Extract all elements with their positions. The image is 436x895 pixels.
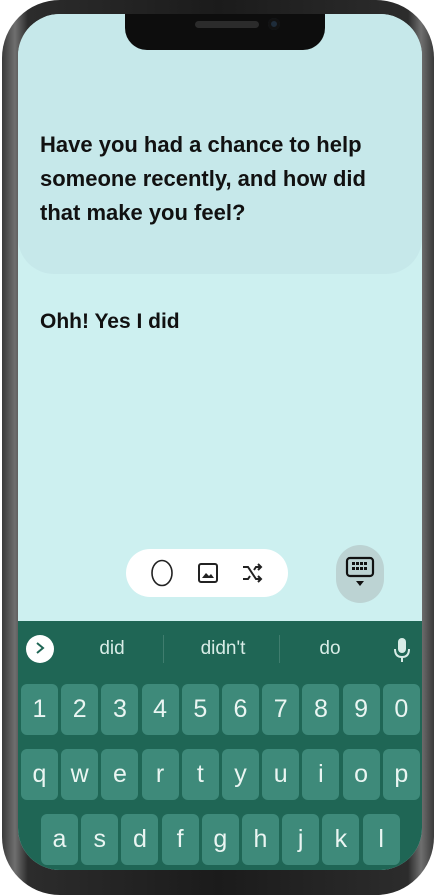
key-f[interactable]: f (161, 814, 199, 865)
key-u[interactable]: u (262, 749, 300, 800)
soft-keyboard: did didn't do 1234567890 qwertyuiop asdfgh… (18, 621, 422, 870)
phone-screen: Have you had a chance to help someone re… (18, 14, 422, 870)
key-t[interactable]: t (181, 749, 219, 800)
key-y[interactable]: y (222, 749, 259, 800)
key-5[interactable]: 5 (181, 684, 219, 735)
expand-suggestions-button[interactable] (26, 635, 54, 663)
phone-frame: Have you had a chance to help someone re… (2, 0, 434, 895)
key-7[interactable]: 7 (262, 684, 300, 735)
key-w[interactable]: w (61, 749, 99, 800)
key-2[interactable]: 2 (61, 684, 99, 735)
key-1[interactable]: 1 (21, 684, 58, 735)
key-0[interactable]: 0 (382, 684, 420, 735)
key-8[interactable]: 8 (302, 684, 340, 735)
key-d[interactable]: d (121, 814, 159, 865)
mic-icon[interactable] (392, 637, 412, 663)
speaker-grille (195, 21, 259, 28)
key-e[interactable]: e (101, 749, 139, 800)
circle-icon[interactable] (148, 559, 176, 587)
key-i[interactable]: i (302, 749, 340, 800)
key-l[interactable]: l (362, 814, 400, 865)
front-camera (268, 18, 280, 30)
key-a[interactable]: a (41, 814, 78, 865)
key-s[interactable]: s (81, 814, 119, 865)
suggestion-3[interactable]: do (293, 635, 367, 663)
answer-input[interactable]: Ohh! Yes I did (40, 307, 400, 337)
key-p[interactable]: p (382, 749, 420, 800)
key-o[interactable]: o (342, 749, 380, 800)
suggestion-bar: did didn't do (18, 621, 422, 671)
question-text: Have you had a chance to help someone re… (40, 132, 366, 225)
key-9[interactable]: 9 (342, 684, 380, 735)
keyboard-hide-button[interactable] (336, 545, 384, 603)
divider (279, 635, 280, 663)
keyboard-hide-icon (345, 554, 375, 594)
key-k[interactable]: k (322, 814, 360, 865)
divider (163, 635, 164, 663)
key-4[interactable]: 4 (141, 684, 179, 735)
key-3[interactable]: 3 (101, 684, 139, 735)
chevron-right-icon (34, 640, 46, 659)
image-icon[interactable] (194, 559, 222, 587)
suggestion-1[interactable]: did (76, 635, 148, 663)
notch (125, 14, 325, 50)
key-6[interactable]: 6 (222, 684, 259, 735)
key-r[interactable]: r (141, 749, 179, 800)
suggestion-2[interactable]: didn't (178, 635, 268, 663)
input-toolbar (126, 549, 288, 597)
key-q[interactable]: q (21, 749, 58, 800)
question-card: Have you had a chance to help someone re… (18, 14, 422, 274)
key-j[interactable]: j (282, 814, 320, 865)
key-h[interactable]: h (242, 814, 279, 865)
key-g[interactable]: g (201, 814, 239, 865)
shuffle-icon[interactable] (238, 559, 266, 587)
